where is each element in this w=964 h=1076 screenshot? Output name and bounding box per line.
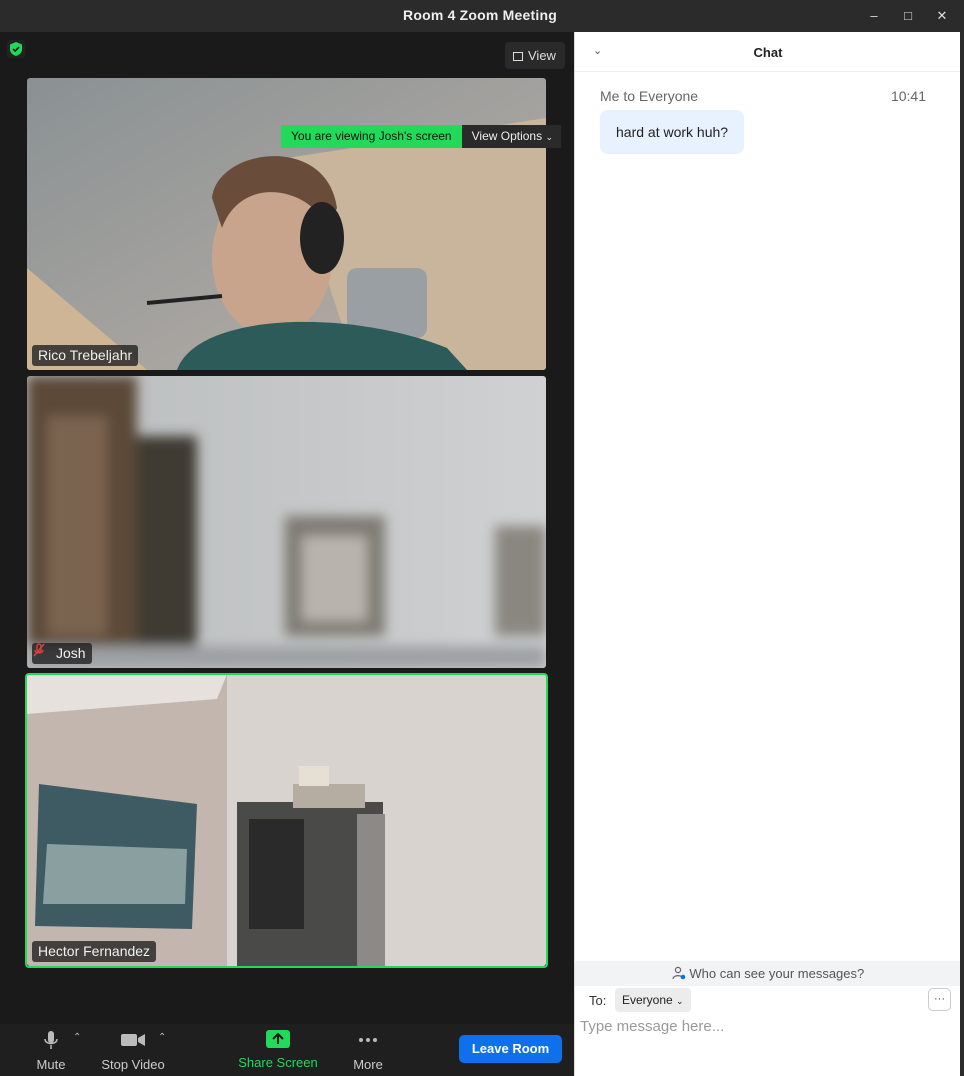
encryption-shield-icon[interactable] <box>7 40 25 58</box>
mic-muted-icon <box>33 643 52 660</box>
participant-name-tag: Hector Fernandez <box>32 941 157 962</box>
message-time: 10:41 <box>890 88 926 104</box>
participant-name: Rico Trebeljahr <box>38 347 133 363</box>
chevron-down-icon: ⌄ <box>545 132 553 142</box>
participant-name-tag: Rico Trebeljahr <box>32 345 139 366</box>
more-label: More <box>353 1057 383 1072</box>
video-feed-hector <box>27 674 546 966</box>
share-screen-button[interactable]: Share Screen <box>236 1030 320 1070</box>
microphone-icon <box>44 1031 58 1049</box>
meeting-toolbar: Mute ⌃ Stop Video ⌃ Share Screen More Le… <box>0 1024 574 1076</box>
window-edge <box>960 32 964 1076</box>
stop-video-label: Stop Video <box>101 1057 165 1072</box>
minimize-button[interactable]: – <box>864 6 884 26</box>
mute-button[interactable]: Mute <box>33 1030 69 1072</box>
recipient-dropdown[interactable]: Everyone ⌄ <box>615 988 691 1012</box>
chat-title: Chat <box>753 45 783 60</box>
chat-header: ⌄ Chat <box>575 32 961 72</box>
who-can-see-label: Who can see your messages? <box>689 966 865 981</box>
video-options-caret-icon[interactable]: ⌃ <box>158 1032 166 1043</box>
more-button[interactable]: More <box>350 1030 386 1072</box>
video-tile-hector[interactable]: Hector Fernandez <box>27 674 546 966</box>
share-screen-label: Share Screen <box>238 1055 318 1070</box>
participant-name-tag: Josh <box>32 643 92 664</box>
video-tile-josh[interactable]: Josh <box>27 376 546 668</box>
chat-panel: ⌄ Chat Me to Everyone 10:41 hard at work… <box>574 32 961 1076</box>
window-title: Room 4 Zoom Meeting <box>403 7 557 23</box>
message-bubble[interactable]: hard at work huh? <box>600 110 745 154</box>
view-options-button[interactable]: View Options ⌄ <box>461 125 561 148</box>
recipient-value: Everyone <box>622 993 673 1007</box>
who-can-see-messages-link[interactable]: Who can see your messages? <box>575 961 961 986</box>
message-sender: Me to Everyone <box>600 88 699 104</box>
to-label: To: <box>589 993 607 1008</box>
video-feed-rico <box>27 78 546 370</box>
message-meta: Me to Everyone 10:41 <box>600 88 926 104</box>
video-feed-josh <box>27 376 546 668</box>
view-button-label: View <box>528 48 556 63</box>
close-button[interactable]: ✕ <box>932 6 952 26</box>
participant-name: Hector Fernandez <box>38 943 151 959</box>
participant-name: Josh <box>56 645 86 661</box>
viewing-screen-notice: You are viewing Josh's screen <box>281 125 462 148</box>
video-tile-rico[interactable]: Rico Trebeljahr <box>27 78 546 370</box>
chevron-down-icon: ⌄ <box>676 996 684 1006</box>
view-button[interactable]: View <box>505 42 565 69</box>
title-bar: Room 4 Zoom Meeting – □ ✕ <box>0 0 964 32</box>
chat-more-options-button[interactable]: ··· <box>928 988 951 1011</box>
video-camera-icon <box>121 1034 145 1046</box>
chat-message-input[interactable] <box>580 1014 950 1038</box>
person-icon <box>672 966 686 980</box>
view-options-label: View Options <box>471 129 543 143</box>
recipient-row: To: Everyone ⌄ ··· <box>575 987 961 1015</box>
audio-options-caret-icon[interactable]: ⌃ <box>73 1032 81 1043</box>
screen-share-banner: You are viewing Josh's screen View Optio… <box>281 125 561 148</box>
mute-label: Mute <box>36 1057 66 1072</box>
ellipsis-icon <box>359 1038 377 1042</box>
maximize-button[interactable]: □ <box>898 6 918 26</box>
grid-icon <box>513 52 523 61</box>
leave-room-button[interactable]: Leave Room <box>459 1035 562 1063</box>
share-screen-icon <box>266 1030 290 1048</box>
